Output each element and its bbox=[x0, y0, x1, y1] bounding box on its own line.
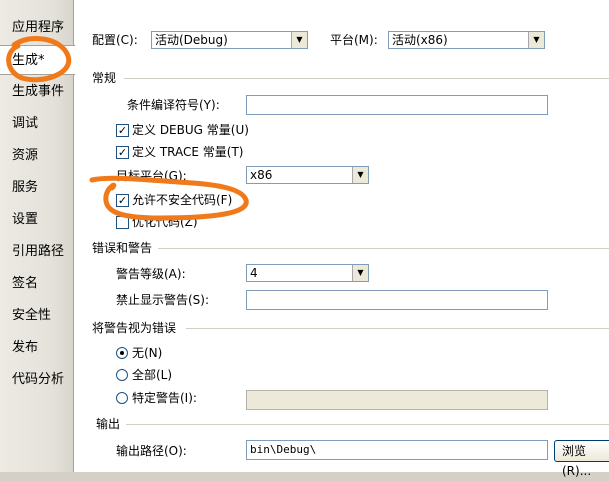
suppress-warnings-input[interactable] bbox=[246, 290, 548, 310]
section-general-title: 常规 bbox=[92, 71, 117, 85]
define-debug-checkbox[interactable]: ✓ bbox=[116, 124, 129, 137]
treat-all-label: 全部(L) bbox=[132, 368, 173, 382]
sidebar-item-label: 签名 bbox=[12, 276, 39, 291]
warning-level-value: 4 bbox=[250, 266, 258, 280]
sidebar-item-label: 生成* bbox=[12, 53, 45, 68]
sidebar-item-debug[interactable]: 调试 bbox=[0, 109, 72, 139]
output-path-label: 输出路径(O): bbox=[116, 444, 187, 458]
sidebar-item-services[interactable]: 服务 bbox=[0, 173, 72, 203]
target-platform-label: 目标平台(G): bbox=[116, 169, 187, 183]
conditional-symbols-label: 条件编译符号(Y): bbox=[127, 98, 220, 112]
treat-specific-radio[interactable] bbox=[116, 392, 128, 404]
warning-level-dropdown[interactable]: 4 ▼ bbox=[246, 264, 369, 282]
sidebar-item-code-analysis[interactable]: 代码分析 bbox=[0, 365, 72, 395]
sidebar-item-settings[interactable]: 设置 bbox=[0, 205, 72, 235]
sidebar-item-label: 服务 bbox=[12, 180, 39, 195]
sidebar-item-label: 资源 bbox=[12, 148, 39, 163]
sidebar-item-resources[interactable]: 资源 bbox=[0, 141, 72, 171]
treat-none-label: 无(N) bbox=[132, 346, 163, 360]
sidebar-item-build-events[interactable]: 生成事件 bbox=[0, 77, 72, 107]
section-divider bbox=[186, 328, 609, 329]
sidebar-item-label: 发布 bbox=[12, 340, 39, 355]
target-platform-value: x86 bbox=[250, 168, 273, 182]
conditional-symbols-input[interactable] bbox=[246, 95, 548, 115]
sidebar-item-build[interactable]: 生成* bbox=[0, 45, 75, 75]
sidebar-item-reference-paths[interactable]: 引用路径 bbox=[0, 237, 72, 267]
browse-button[interactable]: 浏览(R)... bbox=[554, 440, 609, 478]
treat-none-radio[interactable] bbox=[116, 347, 128, 359]
section-errors-title: 错误和警告 bbox=[92, 241, 153, 255]
sidebar-item-signing[interactable]: 签名 bbox=[0, 269, 72, 299]
platform-label: 平台(M): bbox=[330, 33, 378, 47]
browse-label: 浏览(R)... bbox=[562, 444, 592, 478]
allow-unsafe-checkbox[interactable]: ✓ bbox=[116, 194, 129, 207]
sidebar-item-label: 生成事件 bbox=[12, 84, 65, 99]
chevron-down-icon: ▼ bbox=[352, 167, 368, 183]
section-divider bbox=[158, 248, 609, 249]
chevron-down-icon: ▼ bbox=[291, 32, 307, 48]
build-settings-pane: 配置(C): 活动(Debug) ▼ 平台(M): 活动(x86) ▼ 常规 条… bbox=[73, 0, 609, 478]
config-value: 活动(Debug) bbox=[155, 33, 228, 47]
config-label: 配置(C): bbox=[92, 33, 138, 47]
sidebar: 应用程序 生成* 生成事件 调试 资源 服务 设置 引用路径 签名 安全性 发布… bbox=[0, 0, 75, 472]
define-debug-label: 定义 DEBUG 常量(U) bbox=[132, 123, 249, 137]
sidebar-item-application[interactable]: 应用程序 bbox=[0, 13, 72, 43]
define-trace-label: 定义 TRACE 常量(T) bbox=[132, 145, 244, 159]
chevron-down-icon: ▼ bbox=[352, 265, 368, 281]
suppress-warnings-label: 禁止显示警告(S): bbox=[116, 293, 210, 307]
sidebar-item-label: 代码分析 bbox=[12, 372, 65, 387]
chevron-down-icon: ▼ bbox=[528, 32, 544, 48]
treat-all-radio[interactable] bbox=[116, 369, 128, 381]
allow-unsafe-label: 允许不安全代码(F) bbox=[132, 193, 233, 207]
sidebar-item-publish[interactable]: 发布 bbox=[0, 333, 72, 363]
sidebar-item-label: 设置 bbox=[12, 212, 39, 227]
config-dropdown[interactable]: 活动(Debug) ▼ bbox=[151, 31, 308, 49]
sidebar-item-security[interactable]: 安全性 bbox=[0, 301, 72, 331]
section-output-title: 输出 bbox=[96, 417, 121, 431]
treat-specific-label: 特定警告(I): bbox=[132, 391, 197, 405]
platform-value: 活动(x86) bbox=[392, 33, 448, 47]
sidebar-item-label: 安全性 bbox=[12, 308, 52, 323]
warning-level-label: 警告等级(A): bbox=[116, 267, 186, 281]
section-divider bbox=[124, 78, 609, 79]
define-trace-checkbox[interactable]: ✓ bbox=[116, 146, 129, 159]
sidebar-item-label: 调试 bbox=[12, 116, 39, 131]
platform-dropdown[interactable]: 活动(x86) ▼ bbox=[388, 31, 545, 49]
sidebar-item-label: 应用程序 bbox=[12, 20, 65, 35]
optimize-code-label: 优化代码(Z) bbox=[132, 215, 198, 229]
section-divider bbox=[126, 424, 609, 425]
specific-warnings-input[interactable] bbox=[246, 390, 548, 410]
output-path-input[interactable]: bin\Debug\ bbox=[246, 440, 548, 460]
optimize-code-checkbox[interactable] bbox=[116, 216, 129, 229]
sidebar-item-label: 引用路径 bbox=[12, 244, 65, 259]
section-treat-warnings-title: 将警告视为错误 bbox=[92, 321, 177, 335]
target-platform-dropdown[interactable]: x86 ▼ bbox=[246, 166, 369, 184]
